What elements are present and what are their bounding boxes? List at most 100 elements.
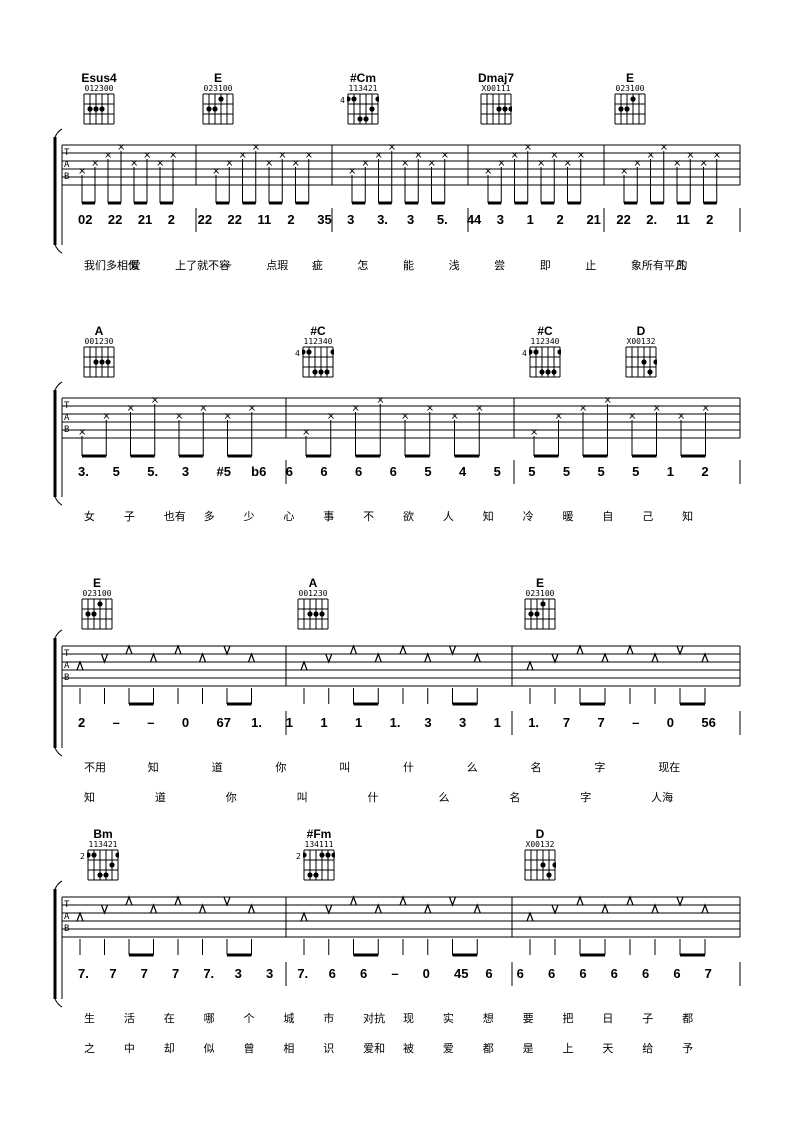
- lyric-text: 不: [363, 510, 375, 523]
- tab-label: T: [64, 900, 70, 910]
- notation-note: 7: [704, 966, 712, 981]
- notation-note: 11: [676, 212, 690, 227]
- notation-note: 02: [78, 212, 93, 227]
- lyric-text: 一: [220, 259, 232, 272]
- lyric-text: 之: [84, 1042, 95, 1055]
- lyric-text: 自: [602, 510, 614, 523]
- notation-note: 7: [562, 715, 571, 730]
- lyric-text: 被: [403, 1042, 414, 1055]
- lyric-text: 叫: [296, 791, 308, 804]
- strum-up-icon: [247, 652, 256, 663]
- tab-label: A: [64, 912, 70, 922]
- lyric-text: 尝: [494, 259, 506, 272]
- lyric-text: 欲: [403, 510, 414, 523]
- notation-note: 22: [107, 212, 123, 227]
- notation-note: 5: [493, 464, 501, 479]
- strum-up-icon: [651, 652, 659, 663]
- notation-note: 5: [528, 464, 536, 479]
- strum-up-icon: [526, 660, 534, 671]
- strum-up-icon: [576, 644, 584, 655]
- strum-down-icon: [676, 896, 684, 907]
- notation-note: –: [112, 715, 120, 730]
- lyric-text: 天: [602, 1042, 614, 1055]
- notation-note: 6: [355, 464, 363, 479]
- notation-note: 3: [181, 464, 190, 479]
- strum-down-icon: [448, 896, 457, 907]
- lyric-text: 字: [580, 791, 592, 804]
- lyric-text: 名: [530, 761, 542, 774]
- lyric-text: 知: [682, 510, 694, 523]
- tab-system: TAB ×××××××××××××××××××××××××××××××××××××…: [53, 128, 741, 254]
- strum-up-icon: [76, 911, 84, 922]
- notation-note: 22: [227, 212, 242, 227]
- strum-down-icon: [223, 896, 231, 907]
- lyric-text: 爱: [442, 1042, 454, 1055]
- notation-note: 1: [320, 715, 328, 730]
- strum-up-icon: [374, 652, 382, 663]
- notation-note: 2: [287, 212, 295, 227]
- strum-up-icon: [526, 911, 534, 922]
- tab-label: B: [64, 924, 69, 934]
- tab-label: B: [64, 172, 69, 182]
- lyric-text: 叫: [339, 761, 351, 774]
- notation-note: 3: [407, 212, 415, 227]
- tab-label: A: [64, 661, 70, 671]
- notation-note: 3: [347, 212, 355, 227]
- tab-label: B: [64, 425, 69, 435]
- lyric-text: 什: [367, 791, 379, 804]
- lyric-text: 不用: [84, 761, 106, 774]
- strum-up-icon: [576, 895, 584, 906]
- notation-note: 45: [454, 966, 469, 981]
- notation-note: 5: [632, 464, 640, 479]
- notation-note: 1.: [528, 715, 540, 730]
- lyric-text: 人海: [651, 791, 674, 804]
- strum-up-icon: [601, 903, 609, 914]
- notation-note: 3: [458, 715, 467, 730]
- strum-down-icon: [676, 645, 684, 656]
- notation-note: 0: [181, 715, 190, 730]
- lyric-text: 心: [283, 510, 295, 523]
- lyric-text: 事: [323, 510, 335, 523]
- lyric-text: 你: [275, 761, 287, 774]
- notation-note: 3: [496, 212, 504, 227]
- notation-note: –: [632, 715, 640, 730]
- lyric-text: 在: [163, 1012, 175, 1025]
- notation-note: 7.: [203, 966, 215, 981]
- notation-note: –: [391, 966, 399, 981]
- lyric-text: 道: [154, 791, 166, 804]
- notation-note: 6: [320, 464, 328, 479]
- strum-up-icon: [76, 660, 84, 671]
- tab-label: B: [64, 673, 69, 683]
- lyric-text: 即: [539, 259, 551, 272]
- lyric-text: 活: [123, 1012, 135, 1025]
- notation-note: 6: [610, 966, 618, 981]
- strum-up-icon: [125, 644, 133, 655]
- lyric-text: 上: [562, 1042, 574, 1055]
- lyric-text: 市: [323, 1012, 335, 1025]
- lyric-text: 现: [403, 1012, 414, 1025]
- lyric-text: 都: [682, 1012, 694, 1025]
- strum-up-icon: [399, 895, 407, 906]
- notation-note: 6: [328, 966, 336, 981]
- strum-down-icon: [325, 904, 333, 915]
- strum-up-icon: [300, 911, 308, 922]
- notation-note: 3: [266, 966, 274, 981]
- lyric-text: 现在: [658, 761, 681, 774]
- strum-up-icon: [701, 652, 709, 663]
- notation-note: 6: [579, 966, 587, 981]
- lyric-text: 曾: [243, 1042, 255, 1055]
- notation-note: 5: [562, 464, 571, 479]
- notation-note: 2: [556, 212, 564, 227]
- strum-up-icon: [424, 652, 432, 663]
- notation-note: 6: [673, 966, 681, 981]
- strum-down-icon: [325, 653, 333, 664]
- notation-note: –: [147, 715, 155, 730]
- notation-note: 6: [548, 966, 556, 981]
- strum-down-icon: [100, 653, 109, 664]
- notation-note: 2: [167, 212, 175, 227]
- notation-note: 7: [172, 966, 180, 981]
- tab-label: A: [64, 160, 70, 170]
- tab-label: T: [64, 649, 70, 659]
- strum-up-icon: [349, 644, 358, 655]
- strum-up-icon: [174, 644, 182, 655]
